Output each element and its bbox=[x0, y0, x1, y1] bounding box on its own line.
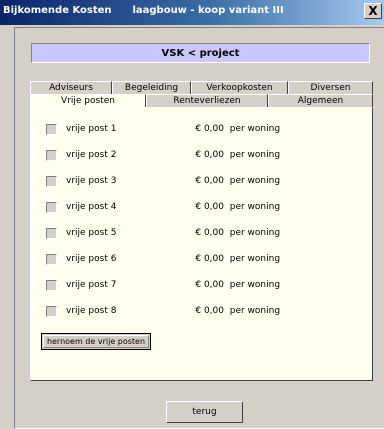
post-row-8: vrije post 8 € 0,00 per woning bbox=[46, 305, 346, 318]
title-bar[interactable]: Bijkomende Kosten laagbouw - koop varian… bbox=[0, 0, 384, 25]
tab-verkoopkosten[interactable]: Verkoopkosten bbox=[191, 81, 288, 94]
tab-adviseurs[interactable]: Adviseurs bbox=[30, 81, 112, 94]
post-5-checkbox[interactable] bbox=[46, 228, 57, 239]
post-2-checkbox[interactable] bbox=[46, 150, 57, 161]
post-8-value: € 0,00 per woning bbox=[195, 306, 281, 316]
post-row-1: vrije post 1 € 0,00 per woning bbox=[46, 123, 346, 136]
post-6-label: vrije post 6 bbox=[66, 254, 117, 264]
post-1-checkbox[interactable] bbox=[46, 124, 57, 135]
post-4-value: € 0,00 per woning bbox=[195, 202, 281, 212]
post-7-value: € 0,00 per woning bbox=[195, 280, 281, 290]
tab-diversen[interactable]: Diversen bbox=[288, 81, 373, 94]
post-3-label: vrije post 3 bbox=[66, 176, 117, 186]
post-3-checkbox[interactable] bbox=[46, 176, 57, 187]
post-row-4: vrije post 4 € 0,00 per woning bbox=[46, 201, 346, 214]
back-button[interactable]: terug bbox=[166, 401, 243, 423]
post-5-value: € 0,00 per woning bbox=[195, 228, 281, 238]
post-5-label: vrije post 5 bbox=[66, 228, 117, 238]
header-label: VSK < project bbox=[31, 43, 370, 63]
tab-vrije-posten[interactable]: Vrije posten bbox=[30, 94, 146, 107]
post-row-7: vrije post 7 € 0,00 per woning bbox=[46, 279, 346, 292]
close-button[interactable]: X bbox=[364, 3, 382, 19]
post-row-2: vrije post 2 € 0,00 per woning bbox=[46, 149, 346, 162]
post-6-value: € 0,00 per woning bbox=[195, 254, 281, 264]
tab-row-2: Vrije posten Renteverliezen Algemeen bbox=[30, 94, 373, 107]
post-row-3: vrije post 3 € 0,00 per woning bbox=[46, 175, 346, 188]
tab-row-1: Adviseurs Begeleiding Verkoopkosten Dive… bbox=[30, 81, 373, 94]
post-8-label: vrije post 8 bbox=[66, 306, 117, 316]
post-4-checkbox[interactable] bbox=[46, 202, 57, 213]
post-2-label: vrije post 2 bbox=[66, 150, 117, 160]
post-6-checkbox[interactable] bbox=[46, 254, 57, 265]
tab-begeleiding[interactable]: Begeleiding bbox=[112, 81, 191, 94]
tab-renteverliezen[interactable]: Renteverliezen bbox=[146, 94, 268, 107]
post-7-label: vrije post 7 bbox=[66, 280, 117, 290]
post-7-checkbox[interactable] bbox=[46, 280, 57, 291]
post-1-value: € 0,00 per woning bbox=[195, 124, 281, 134]
window-title: Bijkomende Kosten laagbouw - koop varian… bbox=[3, 5, 284, 16]
post-3-value: € 0,00 per woning bbox=[195, 176, 281, 186]
close-icon: X bbox=[368, 4, 378, 18]
tab-algemeen[interactable]: Algemeen bbox=[268, 94, 373, 107]
post-4-label: vrije post 4 bbox=[66, 202, 117, 212]
rename-posts-button-label: hernoem de vrije posten bbox=[43, 335, 149, 348]
post-row-5: vrije post 5 € 0,00 per woning bbox=[46, 227, 346, 240]
post-1-label: vrije post 1 bbox=[66, 124, 117, 134]
post-row-6: vrije post 6 € 0,00 per woning bbox=[46, 253, 346, 266]
rename-posts-button[interactable]: hernoem de vrije posten bbox=[41, 333, 151, 350]
post-2-value: € 0,00 per woning bbox=[195, 150, 281, 160]
dialog-window: Bijkomende Kosten laagbouw - koop varian… bbox=[0, 0, 384, 429]
post-8-checkbox[interactable] bbox=[46, 306, 57, 317]
